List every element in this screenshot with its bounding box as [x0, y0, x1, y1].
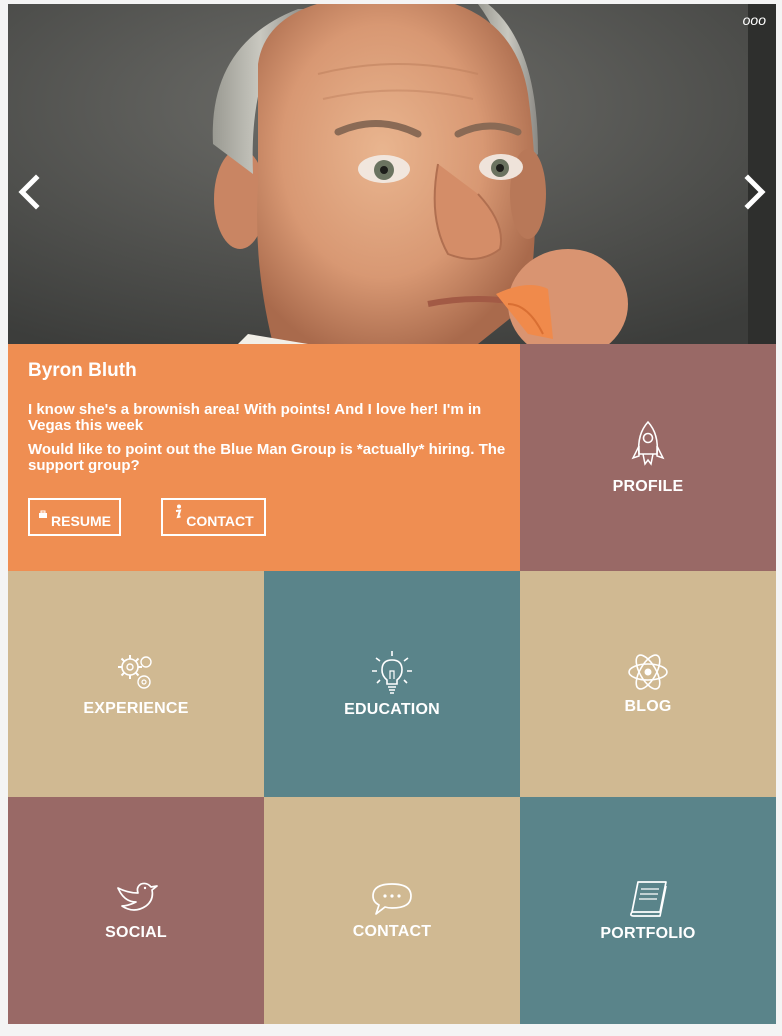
profile-name: Byron Bluth: [28, 360, 137, 381]
carousel-next-button[interactable]: [740, 172, 770, 212]
tile-education-label: EDUCATION: [344, 701, 440, 718]
carousel-prev-button[interactable]: [14, 172, 44, 212]
profile-card: Byron Bluth I know she's a brownish area…: [8, 344, 520, 571]
briefcase-icon: [38, 506, 48, 522]
tile-social[interactable]: SOCIAL: [8, 797, 264, 1024]
bio-text-1: I know she's a brownish area! With point…: [28, 401, 482, 434]
tile-profile[interactable]: PROFILE: [520, 344, 776, 571]
resume-button[interactable]: RESUME: [28, 498, 121, 536]
rocket-icon: [631, 420, 665, 466]
chevron-left-icon: [18, 174, 40, 210]
bio-text-2: Would like to point out the Blue Man Gro…: [28, 441, 506, 474]
tile-contact[interactable]: CONTACT: [264, 797, 520, 1024]
contact-button-label: CONTACT: [186, 513, 254, 529]
tile-experience-label: EXPERIENCE: [83, 700, 189, 717]
carousel-dots[interactable]: ooo: [743, 12, 766, 28]
tile-blog-label: BLOG: [624, 698, 672, 715]
info-icon: [173, 504, 183, 523]
bird-icon: [117, 882, 158, 911]
tile-profile-label: PROFILE: [612, 477, 684, 495]
resume-button-label: RESUME: [51, 513, 111, 529]
tile-blog[interactable]: BLOG: [520, 571, 776, 797]
tile-grid: ooo Byron Bluth I know she's a brownish …: [8, 4, 776, 1024]
hero-photo: [8, 4, 776, 344]
tile-social-label: SOCIAL: [105, 923, 167, 941]
chevron-right-icon: [744, 174, 766, 210]
gears-icon: [118, 655, 152, 689]
book-icon: [630, 880, 667, 917]
speech-bubble-icon: [372, 882, 412, 915]
contact-button[interactable]: CONTACT: [161, 498, 266, 536]
lightbulb-icon: [372, 651, 412, 694]
hero-carousel[interactable]: ooo: [8, 4, 776, 344]
atom-icon: [628, 654, 668, 690]
page-frame: ooo Byron Bluth I know she's a brownish …: [0, 0, 782, 1036]
tile-portfolio-label: PORTFOLIO: [600, 924, 696, 942]
tile-portfolio[interactable]: PORTFOLIO: [520, 797, 776, 1024]
tile-experience[interactable]: EXPERIENCE: [8, 571, 264, 797]
tile-education[interactable]: EDUCATION: [264, 571, 520, 797]
tile-contact-label: CONTACT: [352, 922, 432, 940]
